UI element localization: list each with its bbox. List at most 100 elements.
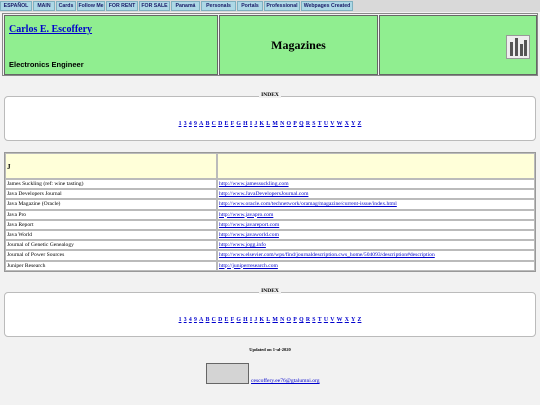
nav-button-portals[interactable]: Portals	[237, 1, 263, 11]
magazine-url-link[interactable]: http://www.oracle.com/technetwork/oramag…	[219, 201, 397, 207]
index-box-bottom: INDEX 1 3 4 9 A B C D E F G H I J K L M …	[4, 288, 536, 337]
magazine-url-cell: http://www.javapro.com	[217, 209, 535, 220]
index-link-z[interactable]: Z	[358, 121, 362, 127]
index-link-o[interactable]: O	[287, 121, 292, 127]
index-link-n[interactable]: N	[280, 317, 284, 323]
magazine-url-link[interactable]: http://www.elsevier.com/wps/find/journal…	[219, 252, 435, 258]
nav-button-follow-me[interactable]: Follow Me	[77, 1, 105, 11]
index-link-g[interactable]: G	[236, 121, 241, 127]
magazine-url-link[interactable]: http://www.javapro.com	[219, 212, 273, 218]
index-link-i[interactable]: I	[250, 121, 252, 127]
index-link-f[interactable]: F	[231, 317, 235, 323]
nav-button-espa-ol[interactable]: ESPAÑOL	[0, 1, 32, 11]
index-link-l[interactable]: L	[266, 121, 270, 127]
index-link-3[interactable]: 3	[184, 121, 187, 127]
magazine-url-link[interactable]: http://juniperresearch.com	[219, 263, 278, 269]
index-link-q[interactable]: Q	[299, 317, 304, 323]
index-link-h[interactable]: H	[243, 317, 248, 323]
magazine-name: Java Pro	[5, 209, 217, 220]
email-link[interactable]: cescoffery.ee76@gtalumni.org	[251, 378, 320, 384]
index-link-p[interactable]: P	[293, 121, 297, 127]
index-link-w[interactable]: W	[337, 317, 343, 323]
index-link-b[interactable]: B	[206, 121, 210, 127]
index-link-1[interactable]: 1	[179, 317, 182, 323]
index-link-v[interactable]: V	[330, 121, 334, 127]
index-link-i[interactable]: I	[250, 317, 252, 323]
nav-button-personals[interactable]: Personals	[201, 1, 236, 11]
index-link-4[interactable]: 4	[189, 121, 192, 127]
index-link-a[interactable]: A	[199, 121, 203, 127]
index-link-t[interactable]: T	[318, 317, 322, 323]
index-link-m[interactable]: M	[272, 317, 277, 323]
index-link-1[interactable]: 1	[179, 121, 182, 127]
index-link-h[interactable]: H	[243, 121, 248, 127]
magazine-url-cell: http://www.JavaDevelopersJournal.com	[217, 189, 535, 200]
nav-button-panam-[interactable]: Panamá	[171, 1, 200, 11]
index-label: INDEX	[259, 288, 281, 294]
index-link-b[interactable]: B	[206, 317, 210, 323]
index-link-t[interactable]: T	[318, 121, 322, 127]
table-row: Journal of Genetic Genealogy http://www.j…	[5, 240, 535, 251]
nav-button-for-sale[interactable]: FOR SALE	[139, 1, 170, 11]
index-link-v[interactable]: V	[330, 317, 334, 323]
index-link-d[interactable]: D	[218, 121, 222, 127]
index-link-r[interactable]: R	[306, 317, 310, 323]
index-link-q[interactable]: Q	[299, 121, 304, 127]
index-link-c[interactable]: C	[212, 121, 216, 127]
index-link-3[interactable]: 3	[184, 317, 187, 323]
header-name-cell: Carlos E. Escoffery Electronics Engineer	[4, 15, 218, 75]
magazine-url-link[interactable]: http://www.javareport.com	[219, 222, 279, 228]
index-link-w[interactable]: W	[337, 121, 343, 127]
magazine-url-cell: http://www.elsevier.com/wps/find/journal…	[217, 250, 535, 261]
index-link-e[interactable]: E	[225, 121, 229, 127]
index-link-g[interactable]: G	[236, 317, 241, 323]
index-link-u[interactable]: U	[324, 121, 328, 127]
nav-button-webpages-created[interactable]: Webpages Created	[301, 1, 353, 11]
index-link-m[interactable]: M	[272, 121, 277, 127]
magazine-url-link[interactable]: http://www.jogg.info	[219, 242, 266, 248]
index-link-d[interactable]: D	[218, 317, 222, 323]
index-link-9[interactable]: 9	[194, 317, 197, 323]
index-link-j[interactable]: J	[254, 317, 257, 323]
index-link-s[interactable]: S	[312, 121, 315, 127]
letter-heading: J	[5, 153, 217, 179]
author-name-link[interactable]: Carlos E. Escoffery	[9, 24, 92, 35]
index-box-top: INDEX 1 3 4 9 A B C D E F G H I J K L M …	[4, 92, 536, 141]
nav-button-cards[interactable]: Cards	[56, 1, 76, 11]
magazine-url-link[interactable]: http://www.JavaDevelopersJournal.com	[219, 191, 308, 197]
index-link-4[interactable]: 4	[189, 317, 192, 323]
index-link-u[interactable]: U	[324, 317, 328, 323]
nav-button-main[interactable]: MAIN	[33, 1, 55, 11]
index-link-f[interactable]: F	[231, 121, 235, 127]
index-link-k[interactable]: K	[260, 121, 265, 127]
table-row: Journal of Power Sources http://www.elsev…	[5, 250, 535, 261]
index-link-o[interactable]: O	[287, 317, 292, 323]
index-link-9[interactable]: 9	[194, 121, 197, 127]
magazine-url-link[interactable]: http://www.jamessuckling.com	[219, 181, 289, 187]
index-link-p[interactable]: P	[293, 317, 297, 323]
index-link-a[interactable]: A	[199, 317, 203, 323]
index-link-r[interactable]: R	[306, 121, 310, 127]
index-link-e[interactable]: E	[225, 317, 229, 323]
table-row: Juniper Research http://juniperresearch.c…	[5, 260, 535, 271]
magazine-url-link[interactable]: http://www.javaworld.com	[219, 232, 279, 238]
index-link-s[interactable]: S	[312, 317, 315, 323]
index-link-x[interactable]: X	[345, 317, 349, 323]
index-link-c[interactable]: C	[212, 317, 216, 323]
magazine-url-cell: http://www.javaworld.com	[217, 229, 535, 241]
index-link-l[interactable]: L	[266, 317, 270, 323]
nav-button-for-rent[interactable]: FOR RENT	[106, 1, 138, 11]
header-title-cell: Magazines	[219, 15, 378, 75]
index-label: INDEX	[259, 92, 281, 98]
index-link-z[interactable]: Z	[358, 317, 362, 323]
index-link-j[interactable]: J	[254, 121, 257, 127]
letter-row: J	[5, 153, 535, 179]
building-photo-icon	[506, 35, 530, 59]
index-link-y[interactable]: Y	[351, 317, 355, 323]
nav-button-professional[interactable]: Professional	[264, 1, 300, 11]
index-link-y[interactable]: Y	[351, 121, 355, 127]
index-link-n[interactable]: N	[280, 121, 284, 127]
index-link-x[interactable]: X	[345, 121, 349, 127]
magazine-url-cell: http://www.oracle.com/technetwork/oramag…	[217, 199, 535, 210]
index-link-k[interactable]: K	[260, 317, 265, 323]
